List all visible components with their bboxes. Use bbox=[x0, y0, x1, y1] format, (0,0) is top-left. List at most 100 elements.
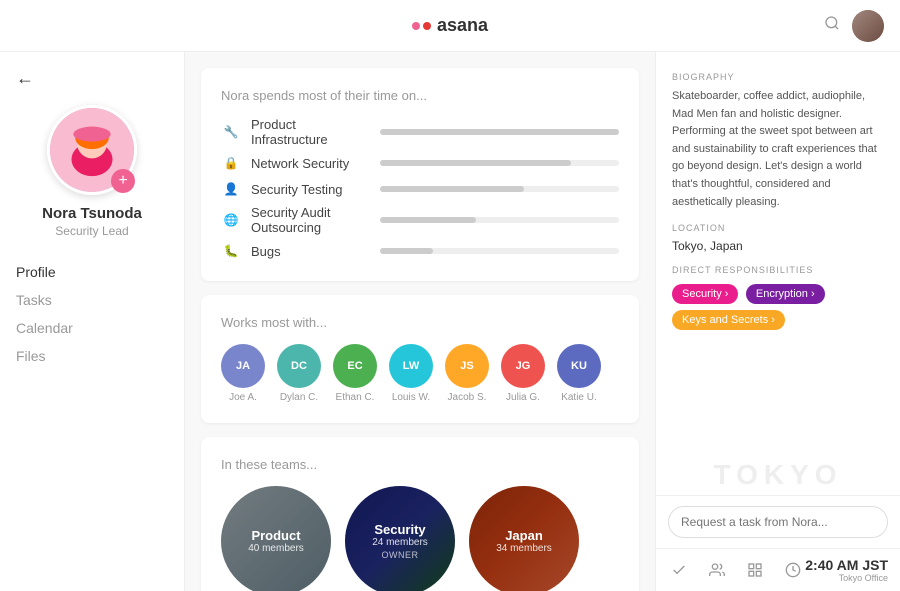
list-item[interactable]: LW Louis W. bbox=[389, 344, 433, 403]
logo-dots bbox=[412, 22, 431, 30]
bar-list: 🔧 Product Infrastructure 🔒 Network Secur… bbox=[221, 117, 619, 261]
team-name-security: Security bbox=[374, 522, 425, 537]
user-avatar-header[interactable] bbox=[852, 10, 884, 42]
team-overlay-security: Security 24 members OWNER bbox=[345, 486, 455, 591]
collaborator-avatar-5: JG bbox=[501, 344, 545, 388]
collaborator-name-5: Julia G. bbox=[506, 392, 540, 403]
grid-toolbar-icon[interactable] bbox=[744, 559, 766, 581]
bio-label: BIOGRAPHY bbox=[672, 72, 884, 82]
back-button[interactable]: ← bbox=[0, 68, 184, 105]
collaborator-name-3: Louis W. bbox=[392, 392, 430, 403]
logo-text: asana bbox=[437, 15, 488, 36]
bar-label-1: Network Security bbox=[251, 156, 370, 171]
list-item[interactable]: KU Katie U. bbox=[557, 344, 601, 403]
collaborator-avatar-1: DC bbox=[277, 344, 321, 388]
bar-fill-2 bbox=[380, 186, 523, 192]
list-item[interactable]: EC Ethan C. bbox=[333, 344, 377, 403]
time-display: 2:40 AM JST bbox=[805, 557, 888, 573]
sidebar-item-files[interactable]: Files bbox=[16, 342, 168, 370]
clock-toolbar-icon[interactable] bbox=[782, 559, 804, 581]
bio-text: Skateboarder, coffee addict, audiophile,… bbox=[672, 88, 884, 211]
bar-fill-1 bbox=[380, 160, 571, 166]
list-item[interactable]: JA Joe A. bbox=[221, 344, 265, 403]
main-layout: ← + Nora Tsunoda Security Lead bbox=[0, 52, 900, 591]
team-overlay-japan: Japan 34 members bbox=[469, 486, 579, 591]
team-owner-security: OWNER bbox=[382, 550, 419, 560]
collaborator-avatar-0: JA bbox=[221, 344, 265, 388]
people-toolbar-icon[interactable] bbox=[706, 559, 728, 581]
team-members-japan: 34 members bbox=[496, 543, 552, 554]
bar-track-3 bbox=[380, 217, 619, 223]
works-with-title: Works most with... bbox=[221, 315, 619, 330]
header: asana bbox=[0, 0, 900, 52]
team-overlay-product: Product 40 members bbox=[221, 486, 331, 591]
bar-track-1 bbox=[380, 160, 619, 166]
bar-label-0: Product Infrastructure bbox=[251, 117, 370, 147]
add-photo-button[interactable]: + bbox=[111, 169, 135, 193]
teams-list: Product 40 members Security 24 members O… bbox=[221, 486, 619, 591]
collaborator-name-2: Ethan C. bbox=[336, 392, 375, 403]
bar-icon-0: 🔧 bbox=[221, 122, 241, 142]
right-bottom: 2:40 AM JST Tokyo Office bbox=[656, 495, 900, 591]
list-item: 🌐 Security Audit Outsourcing bbox=[221, 205, 619, 235]
bar-icon-4: 🐛 bbox=[221, 241, 241, 261]
bar-track-4 bbox=[380, 248, 619, 254]
collaborator-name-1: Dylan C. bbox=[280, 392, 318, 403]
sidebar-item-calendar[interactable]: Calendar bbox=[16, 314, 168, 342]
list-item: 👤 Security Testing bbox=[221, 179, 619, 199]
bar-track-0 bbox=[380, 129, 619, 135]
toolbar-icons bbox=[668, 559, 804, 581]
bar-icon-3: 🌐 bbox=[221, 210, 241, 230]
search-button[interactable] bbox=[824, 15, 840, 36]
task-request-input[interactable] bbox=[668, 506, 888, 538]
location-value: Tokyo, Japan bbox=[672, 239, 884, 253]
collaborator-avatar-4: JS bbox=[445, 344, 489, 388]
collaborator-avatar-3: LW bbox=[389, 344, 433, 388]
user-name: Nora Tsunoda bbox=[42, 205, 142, 222]
profile-section: + Nora Tsunoda Security Lead bbox=[0, 105, 184, 258]
time-section: 2:40 AM JST Tokyo Office bbox=[805, 557, 888, 583]
team-security[interactable]: Security 24 members OWNER bbox=[345, 486, 455, 591]
bar-fill-0 bbox=[380, 129, 619, 135]
sidebar-item-tasks[interactable]: Tasks bbox=[16, 286, 168, 314]
collaborator-name-0: Joe A. bbox=[229, 392, 257, 403]
bar-icon-1: 🔒 bbox=[221, 153, 241, 173]
back-arrow-icon: ← bbox=[16, 68, 34, 89]
badge-keys[interactable]: Keys and Secrets › bbox=[672, 310, 785, 330]
badge-encryption[interactable]: Encryption › bbox=[746, 284, 825, 304]
list-item: 🐛 Bugs bbox=[221, 241, 619, 261]
teams-section: In these teams... Product 40 members Sec… bbox=[201, 437, 639, 591]
collaborators-list: JA Joe A. DC Dylan C. EC Ethan C. LW Lou… bbox=[221, 344, 619, 403]
bar-icon-2: 👤 bbox=[221, 179, 241, 199]
biography-section: BIOGRAPHY Skateboarder, coffee addict, a… bbox=[656, 52, 900, 223]
right-panel: TOKYO BIOGRAPHY Skateboarder, coffee add… bbox=[655, 52, 900, 591]
list-item[interactable]: JG Julia G. bbox=[501, 344, 545, 403]
list-item: 🔧 Product Infrastructure bbox=[221, 117, 619, 147]
time-on-section: Nora spends most of their time on... 🔧 P… bbox=[201, 68, 639, 281]
logo-dot-pink bbox=[412, 22, 420, 30]
logo: asana bbox=[412, 15, 488, 36]
bar-label-3: Security Audit Outsourcing bbox=[251, 205, 370, 235]
tokyo-watermark: TOKYO bbox=[713, 459, 842, 491]
nav-menu: Profile Tasks Calendar Files bbox=[0, 258, 184, 370]
list-item[interactable]: DC Dylan C. bbox=[277, 344, 321, 403]
list-item: 🔒 Network Security bbox=[221, 153, 619, 173]
task-input-area bbox=[656, 495, 900, 548]
logo-dot-red bbox=[423, 22, 431, 30]
team-members-security: 24 members bbox=[372, 537, 428, 548]
sidebar-item-profile[interactable]: Profile bbox=[16, 258, 168, 286]
content-area: Nora spends most of their time on... 🔧 P… bbox=[185, 52, 655, 591]
team-product[interactable]: Product 40 members bbox=[221, 486, 331, 591]
team-name-product: Product bbox=[251, 528, 300, 543]
team-members-product: 40 members bbox=[248, 543, 304, 554]
badge-security[interactable]: Security › bbox=[672, 284, 738, 304]
sidebar: ← + Nora Tsunoda Security Lead bbox=[0, 52, 185, 591]
bar-fill-3 bbox=[380, 217, 475, 223]
check-toolbar-icon[interactable] bbox=[668, 559, 690, 581]
team-japan[interactable]: Japan 34 members bbox=[469, 486, 579, 591]
bottom-toolbar: 2:40 AM JST Tokyo Office bbox=[656, 548, 900, 591]
works-with-section: Works most with... JA Joe A. DC Dylan C.… bbox=[201, 295, 639, 423]
bar-fill-4 bbox=[380, 248, 433, 254]
bar-label-4: Bugs bbox=[251, 244, 370, 259]
list-item[interactable]: JS Jacob S. bbox=[445, 344, 489, 403]
